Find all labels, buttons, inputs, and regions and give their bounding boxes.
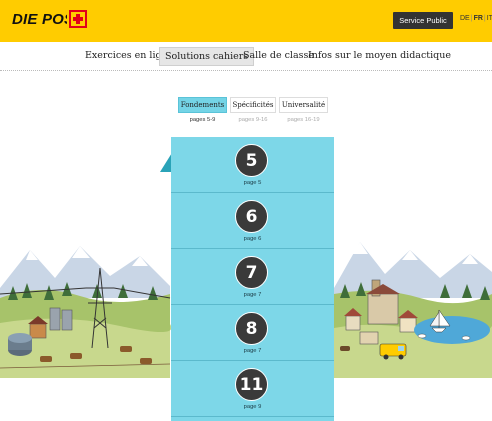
lang-fr[interactable]: FR bbox=[474, 15, 483, 22]
exercise-number-badge[interactable]: 7 bbox=[235, 256, 268, 289]
language-switcher: DE | FR | IT bbox=[460, 15, 492, 22]
exercise-card[interactable]: 11 page 9 bbox=[171, 361, 334, 417]
tab-pages-universalite: pages 16-19 bbox=[287, 117, 320, 123]
exercise-card[interactable]: 8 page 7 bbox=[171, 305, 334, 361]
exercise-card[interactable]: 6 page 6 bbox=[171, 193, 334, 249]
header-bar: DIE POST Service Public DE | FR | IT bbox=[0, 0, 492, 42]
lang-separator: | bbox=[470, 15, 473, 22]
tab-page-ranges: pages 5-9 pages 9-16 pages 16-19 bbox=[178, 117, 328, 123]
tab-pages-specificites: pages 9-16 bbox=[238, 117, 268, 123]
tab-pages-fondements: pages 5-9 bbox=[189, 117, 216, 123]
dog-icon bbox=[340, 346, 350, 351]
tab-specificites[interactable]: Spécificités bbox=[230, 97, 276, 113]
tab-fondements[interactable]: Fondements bbox=[178, 97, 227, 113]
exercise-number-badge[interactable]: 8 bbox=[235, 312, 268, 345]
main-navigation: Exercices en ligne Solutions cahiers Sal… bbox=[0, 42, 492, 71]
exercise-card[interactable]: 7 page 7 bbox=[171, 249, 334, 305]
exercise-list-panel: 5 page 5 6 page 6 7 page 7 8 page 7 11 p… bbox=[171, 137, 334, 421]
nav-infos-moyen-didactique[interactable]: Infos sur le moyen didactique bbox=[303, 47, 456, 64]
lang-it[interactable]: IT bbox=[487, 15, 492, 22]
exercise-number-badge[interactable]: 5 bbox=[235, 144, 268, 177]
exercise-number-badge[interactable]: 6 bbox=[235, 200, 268, 233]
exercise-page-label: page 5 bbox=[243, 180, 262, 186]
chapter-tabs: Fondements Spécificités Universalité bbox=[178, 97, 328, 113]
tab-universalite[interactable]: Universalité bbox=[279, 97, 328, 113]
water-tank-icon bbox=[8, 333, 32, 356]
exercise-page-label: page 9 bbox=[243, 404, 262, 410]
exercise-number-badge[interactable]: 11 bbox=[235, 368, 268, 401]
exercise-page-label: page 6 bbox=[243, 236, 262, 242]
lang-de[interactable]: DE bbox=[460, 15, 470, 22]
exercise-card[interactable]: 5 page 5 bbox=[171, 137, 334, 193]
swiss-post-logo-icon bbox=[67, 9, 89, 29]
exercise-page-label: page 7 bbox=[243, 348, 262, 354]
exercise-page-label: page 7 bbox=[243, 292, 262, 298]
lang-separator: | bbox=[483, 15, 486, 22]
service-public-button[interactable]: Service Public bbox=[393, 12, 453, 29]
